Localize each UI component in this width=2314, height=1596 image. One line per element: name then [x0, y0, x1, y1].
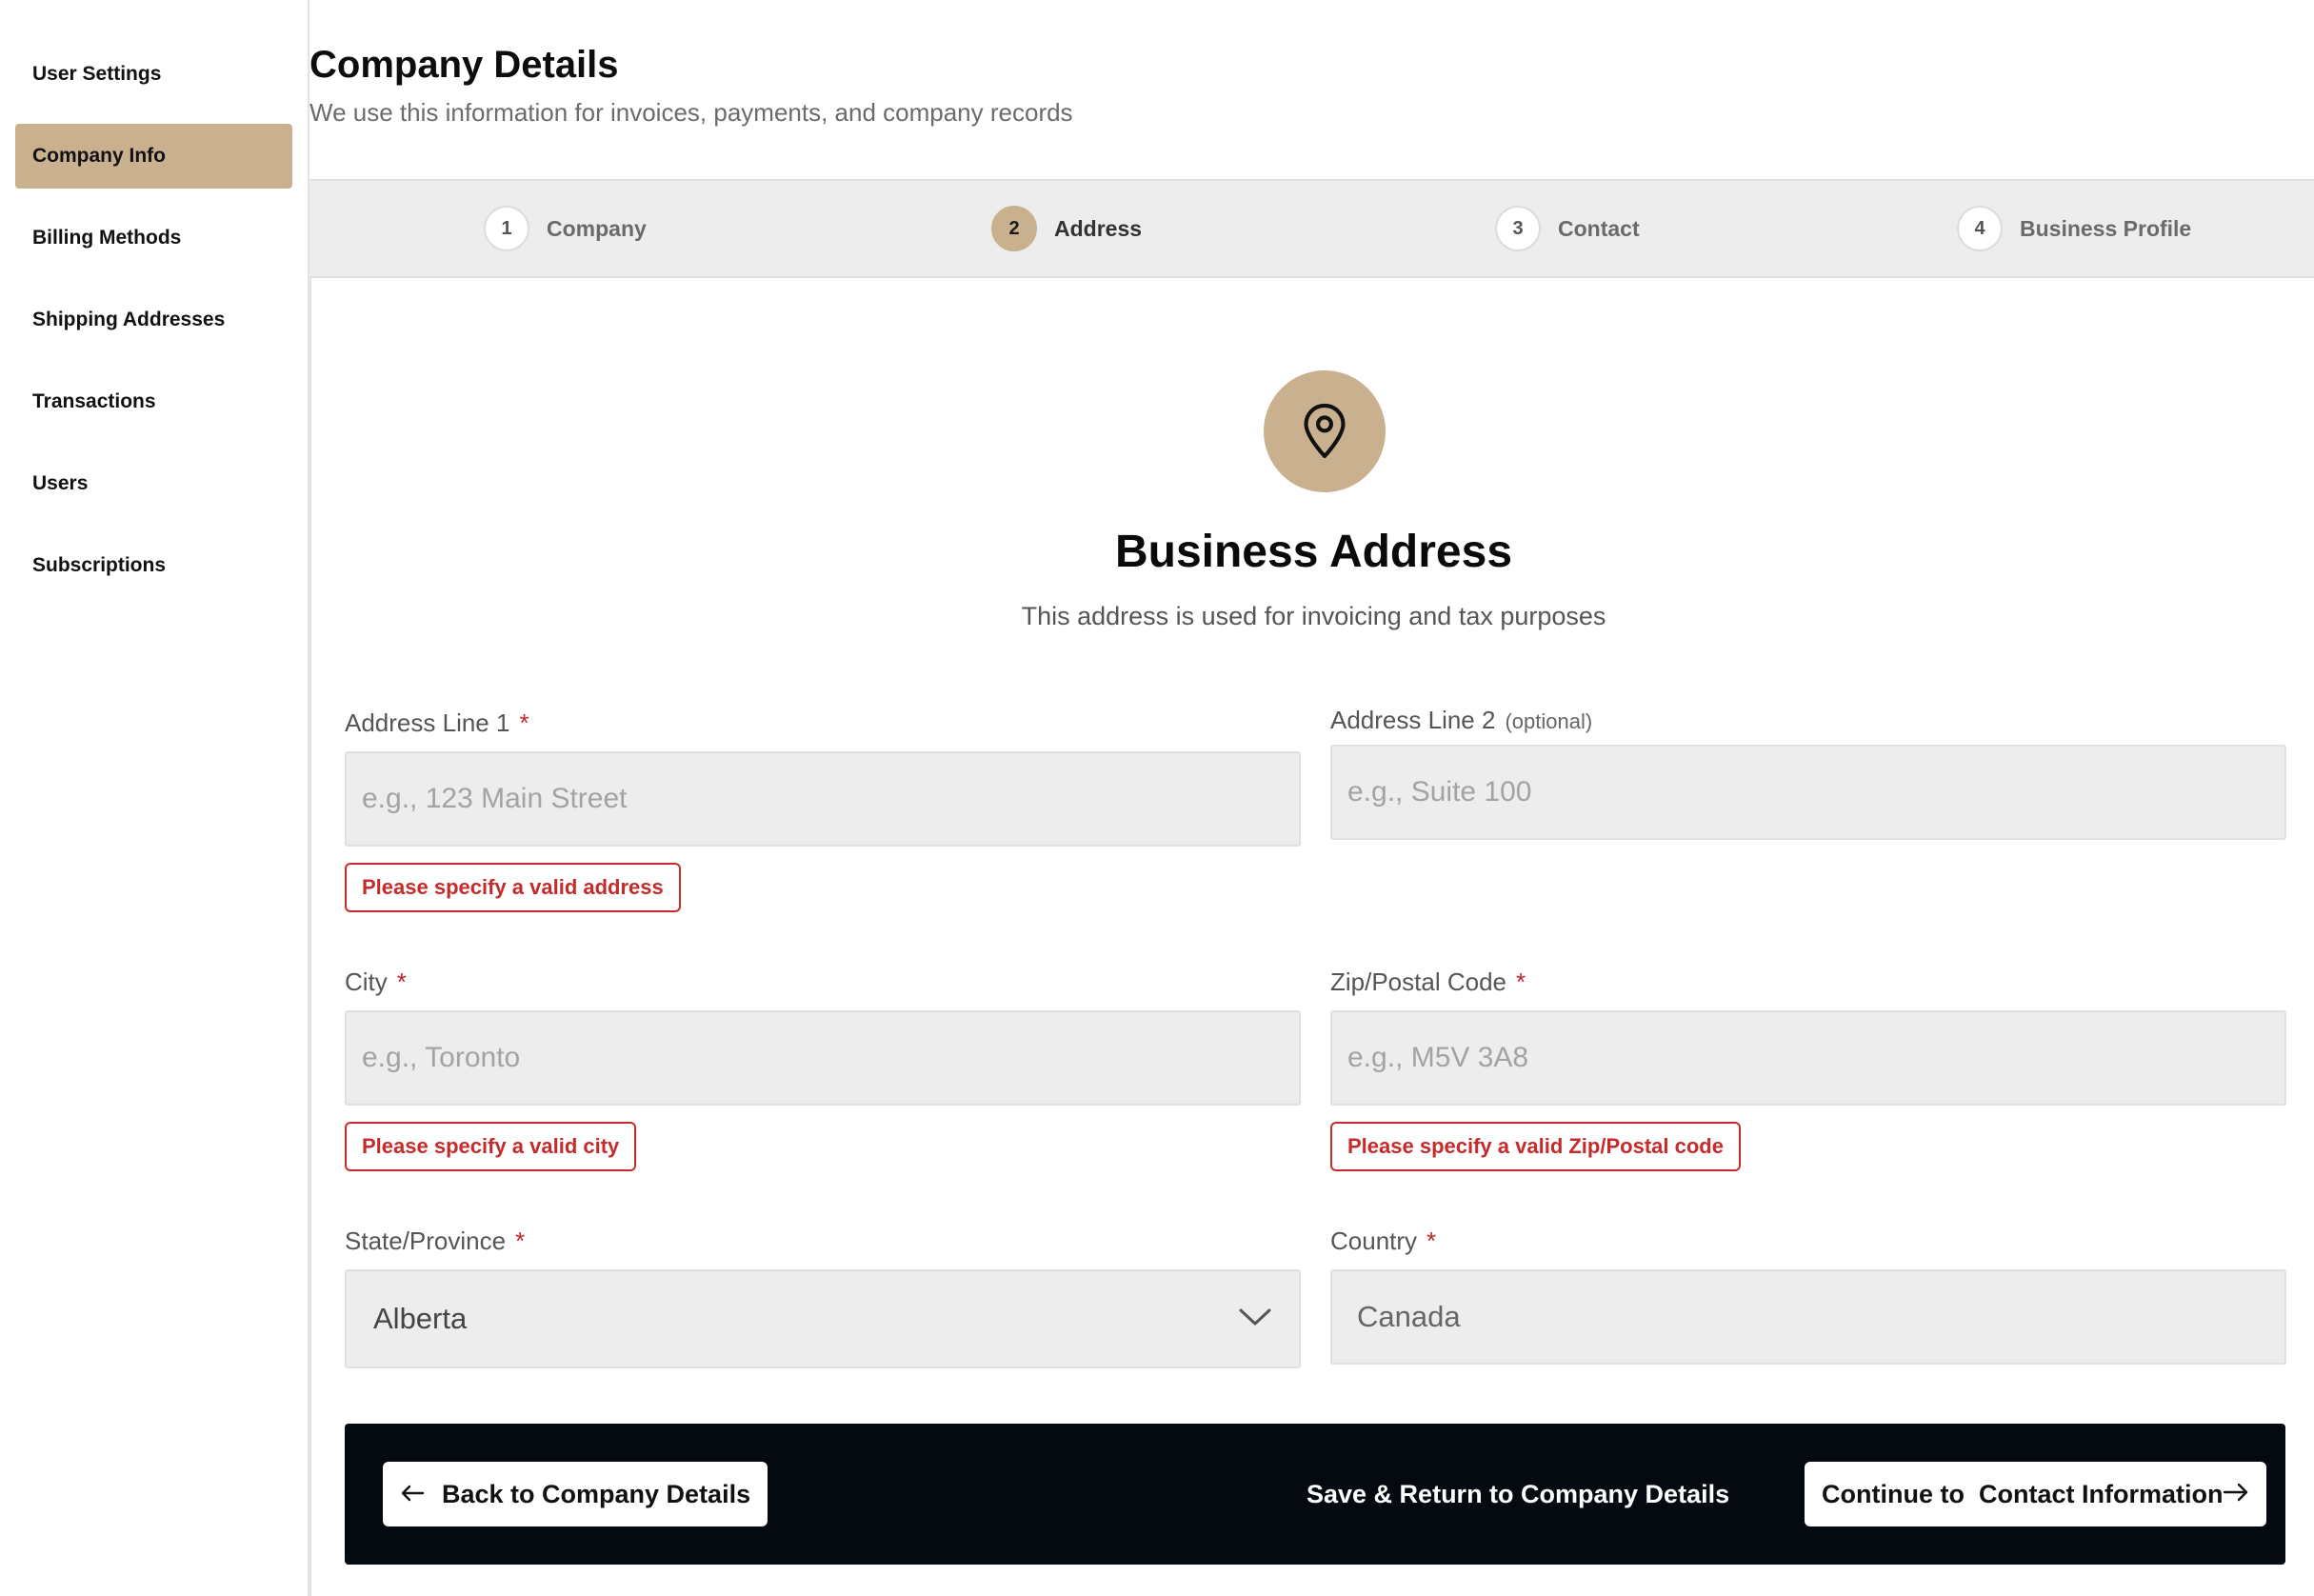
step-number: 4: [1957, 206, 2003, 251]
page-subtitle: We use this information for invoices, pa…: [309, 98, 1073, 127]
address1-label: Address Line 1 *: [345, 708, 529, 737]
step-number: 2: [991, 206, 1037, 251]
sidebar-item-user-settings[interactable]: User Settings: [15, 42, 292, 107]
city-error: Please specify a valid city: [345, 1122, 637, 1171]
address2-label: Address Line 2 (optional): [1330, 706, 1593, 734]
required-mark: *: [519, 708, 529, 737]
required-mark: *: [396, 968, 407, 996]
step-label: Business Profile: [2020, 215, 2192, 241]
page-title: Company Details: [309, 44, 619, 86]
form-action-bar: Back to Company Details Save & Return to…: [345, 1424, 2285, 1565]
zip-postal-input[interactable]: [1330, 1010, 2286, 1106]
arrow-right-icon: [2223, 1480, 2249, 1509]
sidebar-item-billing-methods[interactable]: Billing Methods: [15, 206, 292, 270]
back-to-company-details-button[interactable]: Back to Company Details: [383, 1462, 768, 1526]
state-label: State/Province *: [345, 1227, 526, 1255]
sidebar: User Settings Company Info Billing Metho…: [0, 0, 309, 1596]
address-card: Business Address This address is used fo…: [309, 278, 2314, 1596]
required-mark: *: [1515, 968, 1526, 996]
step-label: Address: [1054, 215, 1143, 241]
optional-text: (optional): [1505, 709, 1593, 733]
state-province-select[interactable]: Alberta: [345, 1269, 1301, 1368]
chevron-down-icon: [1238, 1307, 1272, 1332]
back-button-label: Back to Company Details: [442, 1479, 751, 1508]
step-business-profile[interactable]: 4 Business Profile: [1957, 206, 2191, 251]
address-line-1-input[interactable]: [345, 751, 1301, 847]
city-label: City *: [345, 968, 407, 996]
step-label: Company: [547, 215, 647, 241]
country-field: Canada: [1330, 1269, 2286, 1365]
card-title: Business Address: [1114, 527, 1513, 577]
sidebar-item-company-info[interactable]: Company Info: [15, 124, 292, 189]
sidebar-item-transactions[interactable]: Transactions: [15, 369, 292, 434]
arrow-left-icon: [400, 1480, 425, 1509]
sidebar-item-shipping-addresses[interactable]: Shipping Addresses: [15, 288, 292, 352]
step-address[interactable]: 2 Address: [991, 206, 1142, 251]
sidebar-item-users[interactable]: Users: [15, 451, 292, 516]
card-subtitle: This address is used for invoicing and t…: [1021, 602, 1606, 630]
step-contact[interactable]: 3 Contact: [1495, 206, 1640, 251]
address1-error: Please specify a valid address: [345, 863, 681, 912]
step-label: Contact: [1558, 215, 1640, 241]
country-label: Country *: [1330, 1227, 1437, 1255]
step-number: 1: [484, 206, 529, 251]
map-pin-icon: [1264, 370, 1386, 492]
required-mark: *: [515, 1227, 526, 1255]
stepper: 1 Company 2 Address 3 Contact 4 Business…: [309, 179, 2314, 278]
step-number: 3: [1495, 206, 1541, 251]
main-content: Company Details We use this information …: [309, 0, 2314, 1596]
zip-error: Please specify a valid Zip/Postal code: [1330, 1122, 1741, 1171]
sidebar-item-subscriptions[interactable]: Subscriptions: [15, 533, 292, 598]
continue-to-contact-button[interactable]: Continue to Contact Information: [1805, 1462, 2266, 1526]
city-input[interactable]: [345, 1010, 1301, 1106]
continue-button-label: Continue to Contact Information: [1822, 1479, 2224, 1508]
zip-label: Zip/Postal Code *: [1330, 968, 1526, 996]
step-company[interactable]: 1 Company: [484, 206, 647, 251]
address-line-2-input[interactable]: [1330, 745, 2286, 840]
state-value: Alberta: [373, 1302, 468, 1335]
required-mark: *: [1426, 1227, 1437, 1255]
save-and-return-button[interactable]: Save & Return to Company Details: [1307, 1462, 1729, 1526]
